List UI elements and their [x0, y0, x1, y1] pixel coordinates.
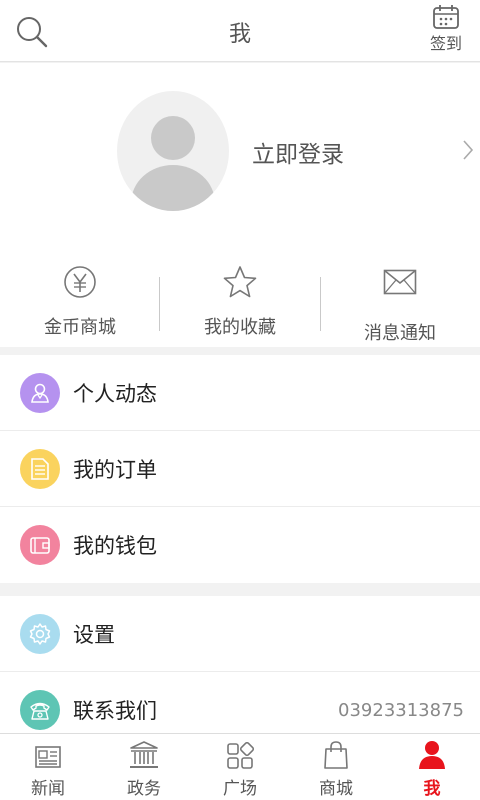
- menu-item-label: 联系我们: [73, 699, 157, 723]
- quick-action-favorites[interactable]: 我的收藏: [160, 253, 320, 343]
- nav-tab-news[interactable]: 新闻: [0, 734, 96, 800]
- menu-item-label: 设置: [73, 622, 115, 647]
- contact-phone-number[interactable]: 03923313875: [338, 700, 464, 721]
- yen-coin-icon: [64, 266, 96, 298]
- signin-label: 签到: [429, 34, 462, 53]
- app-root: 我 签到 立即登录 金币商城 我的收藏 消息通知 个人动态 我的订单 我的钱包 …: [0, 0, 480, 800]
- avatar[interactable]: [117, 91, 229, 211]
- wallet-icon: [20, 525, 60, 565]
- menu-item-my-orders[interactable]: 我的订单: [0, 431, 480, 507]
- document-icon: [20, 448, 60, 489]
- calendar-icon: [433, 5, 459, 29]
- menu-group-primary: 个人动态 我的订单 我的钱包: [0, 355, 480, 583]
- quick-actions: 金币商城 我的收藏 消息通知: [0, 253, 480, 344]
- star-icon: [223, 266, 257, 298]
- quick-action-label: 消息通知: [364, 323, 436, 344]
- profile-card: 立即登录 金币商城 我的收藏 消息通知: [0, 63, 480, 347]
- user-icon: [419, 741, 445, 769]
- quick-action-coin-mall[interactable]: 金币商城: [0, 253, 160, 343]
- nav-tab-label: 广场: [223, 779, 257, 799]
- government-building-icon: [130, 741, 158, 768]
- divider: [320, 277, 321, 331]
- grid-apps-icon: [227, 742, 254, 769]
- bottom-nav: 新闻 政务 广场 商城 我: [0, 733, 480, 800]
- nav-tab-label: 政务: [127, 779, 161, 799]
- newspaper-icon: [35, 746, 61, 768]
- menu-item-my-wallet[interactable]: 我的钱包: [0, 507, 480, 583]
- menu-item-label: 个人动态: [73, 381, 157, 406]
- quick-action-label: 金币商城: [44, 317, 116, 338]
- phone-icon: [20, 690, 60, 730]
- menu-item-personal-feed[interactable]: 个人动态: [0, 355, 480, 431]
- gear-icon: [20, 613, 60, 654]
- person-icon: [20, 372, 60, 413]
- menu-item-settings[interactable]: 设置: [0, 596, 480, 672]
- quick-action-messages[interactable]: 消息通知: [320, 253, 480, 344]
- shopping-bag-icon: [324, 741, 348, 769]
- page-title: 我: [228, 22, 251, 47]
- quick-action-label: 我的收藏: [204, 317, 276, 338]
- top-bar: 我 签到: [0, 0, 480, 62]
- menu-group-secondary: 设置 联系我们 03923313875: [0, 596, 480, 748]
- nav-tab-label: 新闻: [31, 779, 65, 799]
- menu-item-label: 我的订单: [73, 457, 157, 482]
- signin-button[interactable]: 签到: [426, 4, 466, 54]
- nav-tab-label: 我: [423, 779, 441, 799]
- nav-tab-mall[interactable]: 商城: [288, 734, 384, 800]
- nav-tab-label: 商城: [319, 779, 353, 799]
- login-link[interactable]: 立即登录: [252, 135, 344, 169]
- nav-tab-government[interactable]: 政务: [96, 734, 192, 800]
- login-row[interactable]: 立即登录: [0, 63, 480, 243]
- chevron-right-icon: [462, 139, 474, 165]
- nav-tab-me[interactable]: 我: [384, 734, 480, 800]
- menu-item-label: 我的钱包: [73, 534, 157, 558]
- envelope-icon: [383, 269, 417, 295]
- divider: [159, 277, 160, 331]
- nav-tab-plaza[interactable]: 广场: [192, 734, 288, 800]
